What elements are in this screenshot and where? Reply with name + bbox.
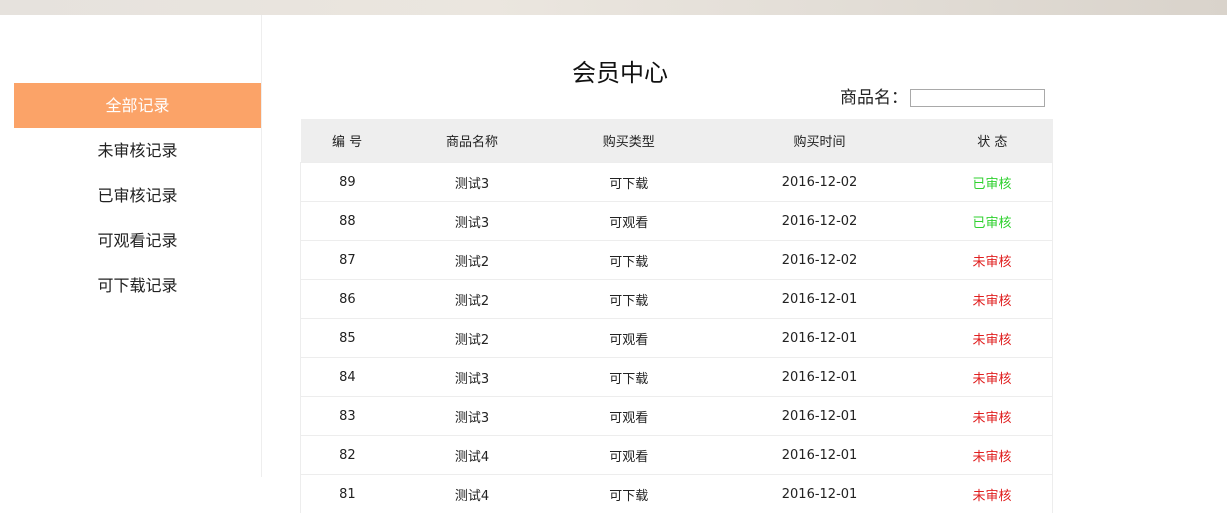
cell-id: 89 — [301, 163, 394, 202]
sidebar-item-downloadable-records[interactable]: 可下载记录 — [14, 263, 261, 308]
cell-id: 82 — [301, 436, 394, 475]
cell-product-name: 测试3 — [394, 358, 551, 397]
cell-status: 已审核 — [932, 202, 1052, 241]
header-purchase-time: 购买时间 — [707, 119, 932, 163]
cell-product-name: 测试4 — [394, 436, 551, 475]
cell-id: 83 — [301, 397, 394, 436]
cell-purchase-type: 可下载 — [550, 241, 707, 280]
table-row: 83 测试3 可观看 2016-12-01 未审核 — [301, 397, 1053, 436]
top-banner — [0, 0, 1227, 15]
sidebar-item-reviewed-records[interactable]: 已审核记录 — [14, 173, 261, 218]
table-row: 87 测试2 可下载 2016-12-02 未审核 — [301, 241, 1053, 280]
cell-product-name: 测试3 — [394, 397, 551, 436]
cell-status: 已审核 — [932, 163, 1052, 202]
cell-purchase-time: 2016-12-01 — [707, 475, 932, 513]
cell-product-name: 测试2 — [394, 319, 551, 358]
cell-purchase-time: 2016-12-02 — [707, 202, 932, 241]
cell-purchase-time: 2016-12-01 — [707, 358, 932, 397]
cell-purchase-type: 可观看 — [550, 319, 707, 358]
cell-purchase-time: 2016-12-01 — [707, 319, 932, 358]
cell-purchase-time: 2016-12-01 — [707, 397, 932, 436]
cell-purchase-type: 可观看 — [550, 436, 707, 475]
cell-product-name: 测试2 — [394, 280, 551, 319]
cell-status: 未审核 — [932, 397, 1052, 436]
sidebar-item-unreviewed-records[interactable]: 未审核记录 — [14, 128, 261, 173]
cell-status: 未审核 — [932, 241, 1052, 280]
table-row: 86 测试2 可下载 2016-12-01 未审核 — [301, 280, 1053, 319]
cell-status: 未审核 — [932, 436, 1052, 475]
table-row: 84 测试3 可下载 2016-12-01 未审核 — [301, 358, 1053, 397]
cell-purchase-time: 2016-12-02 — [707, 163, 932, 202]
cell-purchase-type: 可观看 — [550, 202, 707, 241]
cell-id: 86 — [301, 280, 394, 319]
header-product-name: 商品名称 — [394, 119, 551, 163]
table-row: 89 测试3 可下载 2016-12-02 已审核 — [301, 163, 1053, 202]
page-title: 会员中心 — [262, 53, 978, 88]
header-status: 状 态 — [932, 119, 1052, 163]
records-table: 编 号 商品名称 购买类型 购买时间 状 态 89 测试3 可下载 2016-1… — [300, 119, 1053, 513]
cell-id: 88 — [301, 202, 394, 241]
cell-product-name: 测试3 — [394, 202, 551, 241]
cell-purchase-time: 2016-12-01 — [707, 436, 932, 475]
table-row: 85 测试2 可观看 2016-12-01 未审核 — [301, 319, 1053, 358]
sidebar-item-all-records[interactable]: 全部记录 — [14, 83, 261, 128]
table-row: 88 测试3 可观看 2016-12-02 已审核 — [301, 202, 1053, 241]
cell-product-name: 测试2 — [394, 241, 551, 280]
cell-id: 87 — [301, 241, 394, 280]
cell-purchase-time: 2016-12-01 — [707, 280, 932, 319]
product-name-label: 商品名： — [840, 87, 908, 109]
cell-status: 未审核 — [932, 280, 1052, 319]
product-search: 商品名： — [840, 87, 1045, 109]
cell-product-name: 测试3 — [394, 163, 551, 202]
table-row: 81 测试4 可下载 2016-12-01 未审核 — [301, 475, 1053, 513]
main-content: 会员中心 商品名： 编 号 商品名称 购买类型 购买时间 状 态 89 测试3 … — [262, 15, 1227, 477]
cell-id: 84 — [301, 358, 394, 397]
cell-purchase-type: 可下载 — [550, 280, 707, 319]
cell-purchase-type: 可下载 — [550, 358, 707, 397]
cell-status: 未审核 — [932, 319, 1052, 358]
product-name-input[interactable] — [910, 89, 1045, 107]
sidebar: 全部记录 未审核记录 已审核记录 可观看记录 可下载记录 — [0, 15, 262, 477]
cell-purchase-type: 可观看 — [550, 397, 707, 436]
cell-purchase-type: 可下载 — [550, 163, 707, 202]
cell-status: 未审核 — [932, 358, 1052, 397]
cell-purchase-time: 2016-12-02 — [707, 241, 932, 280]
cell-status: 未审核 — [932, 475, 1052, 513]
sidebar-menu: 全部记录 未审核记录 已审核记录 可观看记录 可下载记录 — [14, 83, 261, 308]
cell-id: 81 — [301, 475, 394, 513]
cell-purchase-type: 可下载 — [550, 475, 707, 513]
table-row: 82 测试4 可观看 2016-12-01 未审核 — [301, 436, 1053, 475]
table-header-row: 编 号 商品名称 购买类型 购买时间 状 态 — [301, 119, 1053, 163]
header-purchase-type: 购买类型 — [550, 119, 707, 163]
cell-id: 85 — [301, 319, 394, 358]
header-id: 编 号 — [301, 119, 394, 163]
sidebar-item-viewable-records[interactable]: 可观看记录 — [14, 218, 261, 263]
cell-product-name: 测试4 — [394, 475, 551, 513]
